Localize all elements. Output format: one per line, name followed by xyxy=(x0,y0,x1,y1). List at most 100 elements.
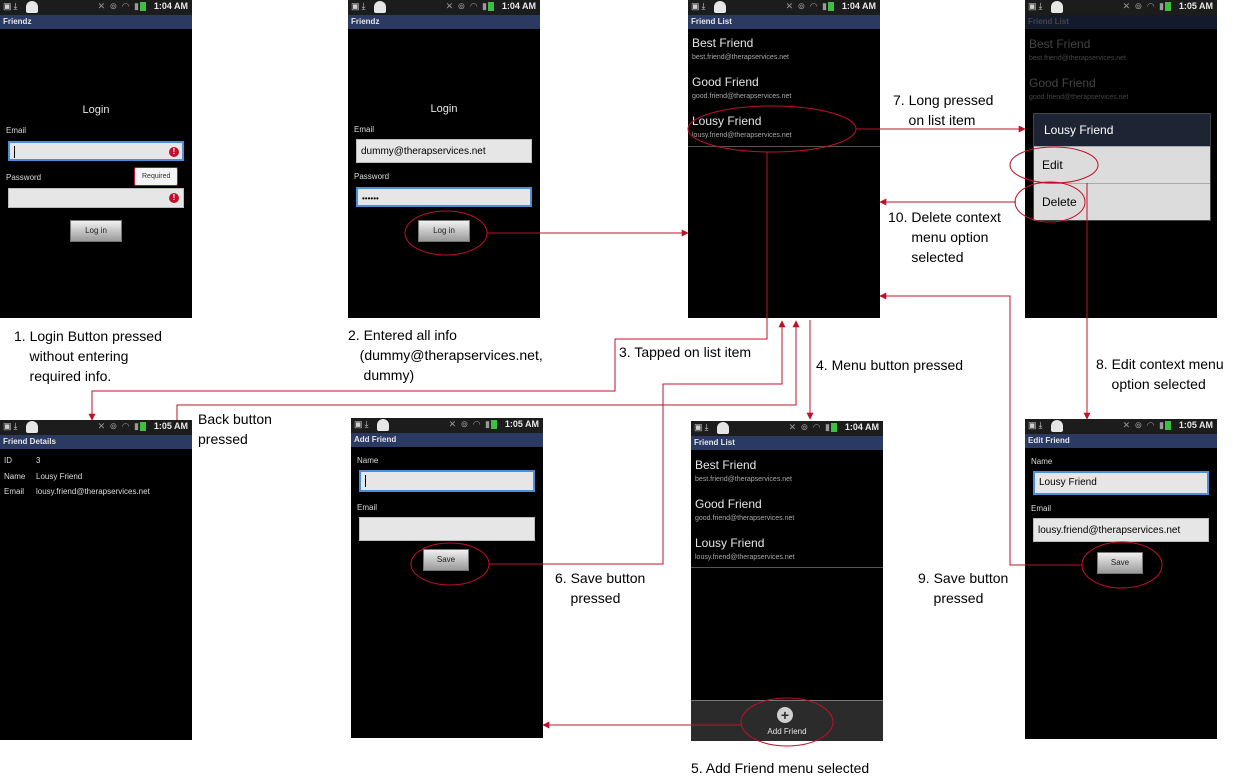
app-title: Friend List xyxy=(691,436,883,450)
status-bar: ▣⤓ ✕ ⊚ ◠ ▮ 1:05 AM xyxy=(0,420,192,436)
list-item-email: lousy.friend@therapservices.net xyxy=(695,554,795,561)
context-delete-option[interactable]: Delete xyxy=(1034,183,1210,220)
android-icon xyxy=(1051,420,1063,432)
app-title: Edit Friend xyxy=(1025,434,1217,448)
status-bar: ▣⤓ ✕ ⊚ ◠ ▮ 1:05 AM xyxy=(1025,419,1217,435)
list-item-email: best.friend@therapservices.net xyxy=(695,476,792,483)
screen-add-friend: ▣⤓ ✕ ⊚ ◠ ▮ 1:05 AM Add Friend Name Email… xyxy=(351,418,543,738)
screen-login-error: ▣⤓ ✕ ⊚ ◠ ▮ 1:04 AM Friendz Login Email !… xyxy=(0,0,192,318)
password-label: Password xyxy=(354,172,390,181)
list-item-name[interactable]: Lousy Friend xyxy=(695,536,764,550)
caption-step-1: 1. Login Button pressed without entering… xyxy=(14,328,162,384)
email-field[interactable]: lousy.friend@therapservices.net xyxy=(1033,518,1209,542)
detail-key: Email xyxy=(4,487,25,496)
clock: 1:05 AM xyxy=(504,419,539,429)
caption-step-9: 9. Save button pressed xyxy=(918,570,1009,606)
battery-icon xyxy=(140,422,146,432)
error-icon: ! xyxy=(169,193,179,203)
clock: 1:05 AM xyxy=(1178,1,1213,11)
email-field[interactable] xyxy=(359,517,535,541)
battery-icon xyxy=(831,423,837,433)
name-field[interactable] xyxy=(359,470,535,492)
list-item-name: Good Friend xyxy=(1029,76,1096,90)
android-icon xyxy=(717,422,729,434)
list-item-name[interactable]: Good Friend xyxy=(695,497,762,511)
screen-login-filled: ▣⤓ ✕ ⊚ ◠ ▮ 1:04 AM Friendz Login Email d… xyxy=(348,0,540,318)
save-button[interactable]: Save xyxy=(1097,552,1143,574)
notification-icons: ▣⤓ xyxy=(691,1,708,11)
app-title: Friendz xyxy=(0,15,192,29)
screen-context-menu: ▣⤓ ✕ ⊚ ◠ ▮ 1:05 AM Friend List Best Frie… xyxy=(1025,0,1217,318)
detail-value: Lousy Friend xyxy=(36,472,83,481)
email-field[interactable]: dummy@therapservices.net xyxy=(356,139,532,163)
caption-step-8: 8. Edit context menu option selected xyxy=(1096,356,1224,392)
email-label: Email xyxy=(6,126,27,135)
signal-icons: ✕ ⊚ ◠ ▮ xyxy=(1123,420,1171,431)
menu-add-friend[interactable]: Add Friend xyxy=(691,727,883,736)
clock: 1:04 AM xyxy=(841,1,876,11)
email-field[interactable] xyxy=(8,141,184,161)
detail-value: 3 xyxy=(36,456,41,465)
app-title: Friend List xyxy=(688,15,880,29)
list-item-name[interactable]: Good Friend xyxy=(692,75,759,89)
android-icon xyxy=(26,1,38,13)
login-button[interactable]: Log in xyxy=(70,220,122,242)
detail-key: ID xyxy=(4,456,12,465)
caption-step-3: 3. Tapped on list item xyxy=(619,344,752,360)
battery-icon xyxy=(488,2,494,12)
notification-icons: ▣⤓ xyxy=(351,1,368,11)
caption-step-2: 2. Entered all info (dummy@therapservice… xyxy=(348,327,543,383)
status-bar: ▣⤓ ✕ ⊚ ◠ ▮ 1:04 AM xyxy=(691,421,883,437)
screen-friend-list-menu: ▣⤓ ✕ ⊚ ◠ ▮ 1:04 AM Friend List Best Frie… xyxy=(691,421,883,741)
email-label: Email xyxy=(357,503,378,512)
app-title: Friend Details xyxy=(0,435,192,449)
options-menu: + Add Friend xyxy=(691,700,883,741)
clock: 1:05 AM xyxy=(153,421,188,431)
notification-icons: ▣⤓ xyxy=(354,419,371,429)
save-button[interactable]: Save xyxy=(423,549,469,571)
list-item-name: Best Friend xyxy=(1029,37,1091,51)
notification-icons: ▣⤓ xyxy=(3,421,20,431)
battery-icon xyxy=(828,2,834,12)
email-label: Email xyxy=(354,125,375,134)
app-title: Friendz xyxy=(348,15,540,29)
detail-value: lousy.friend@therapservices.net xyxy=(36,487,150,496)
list-item-email: good.friend@therapservices.net xyxy=(692,93,792,100)
signal-icons: ✕ ⊚ ◠ ▮ xyxy=(98,421,146,432)
add-icon[interactable]: + xyxy=(777,707,793,723)
email-label: Email xyxy=(1031,504,1052,513)
clock: 1:05 AM xyxy=(1178,420,1213,430)
android-icon xyxy=(714,1,726,13)
notification-icons: ▣⤓ xyxy=(1028,420,1045,430)
password-field[interactable]: •••••• xyxy=(356,187,532,207)
status-bar: ▣⤓ ✕ ⊚ ◠ ▮ 1:04 AM xyxy=(348,0,540,16)
clock: 1:04 AM xyxy=(501,1,536,11)
password-field[interactable] xyxy=(8,188,184,208)
screen-friend-details: ▣⤓ ✕ ⊚ ◠ ▮ 1:05 AM Friend Details ID 3 N… xyxy=(0,420,192,740)
list-divider xyxy=(688,146,880,147)
signal-icons: ✕ ⊚ ◠ ▮ xyxy=(789,422,837,433)
name-field[interactable]: Lousy Friend xyxy=(1033,471,1209,495)
list-item-name[interactable]: Best Friend xyxy=(692,36,753,50)
screen-edit-friend: ▣⤓ ✕ ⊚ ◠ ▮ 1:05 AM Edit Friend Name Lous… xyxy=(1025,419,1217,739)
context-edit-option[interactable]: Edit xyxy=(1034,146,1210,183)
list-item-name[interactable]: Lousy Friend xyxy=(692,114,761,128)
caption-step-7: 7. Long pressed on list item xyxy=(893,92,994,128)
error-icon: ! xyxy=(169,147,179,157)
list-item-email: lousy.friend@therapservices.net xyxy=(692,132,792,139)
caption-step-10: 10. Delete context menu option selected xyxy=(888,209,1001,265)
name-label: Name xyxy=(357,456,379,465)
list-item-email: good.friend@therapservices.net xyxy=(1029,94,1129,101)
signal-icons: ✕ ⊚ ◠ ▮ xyxy=(786,1,834,12)
list-item-name[interactable]: Best Friend xyxy=(695,458,756,472)
app-title: Friend List xyxy=(1025,15,1217,29)
status-bar: ▣⤓ ✕ ⊚ ◠ ▮ 1:04 AM xyxy=(688,0,880,16)
app-title: Add Friend xyxy=(351,433,543,447)
list-divider xyxy=(691,567,883,568)
battery-icon xyxy=(1165,421,1171,431)
detail-key: Name xyxy=(4,472,26,481)
login-button[interactable]: Log in xyxy=(418,220,470,242)
caption-step-5: 5. Add Friend menu selected xyxy=(691,760,870,776)
android-icon xyxy=(377,419,389,431)
login-heading: Login xyxy=(82,104,110,116)
